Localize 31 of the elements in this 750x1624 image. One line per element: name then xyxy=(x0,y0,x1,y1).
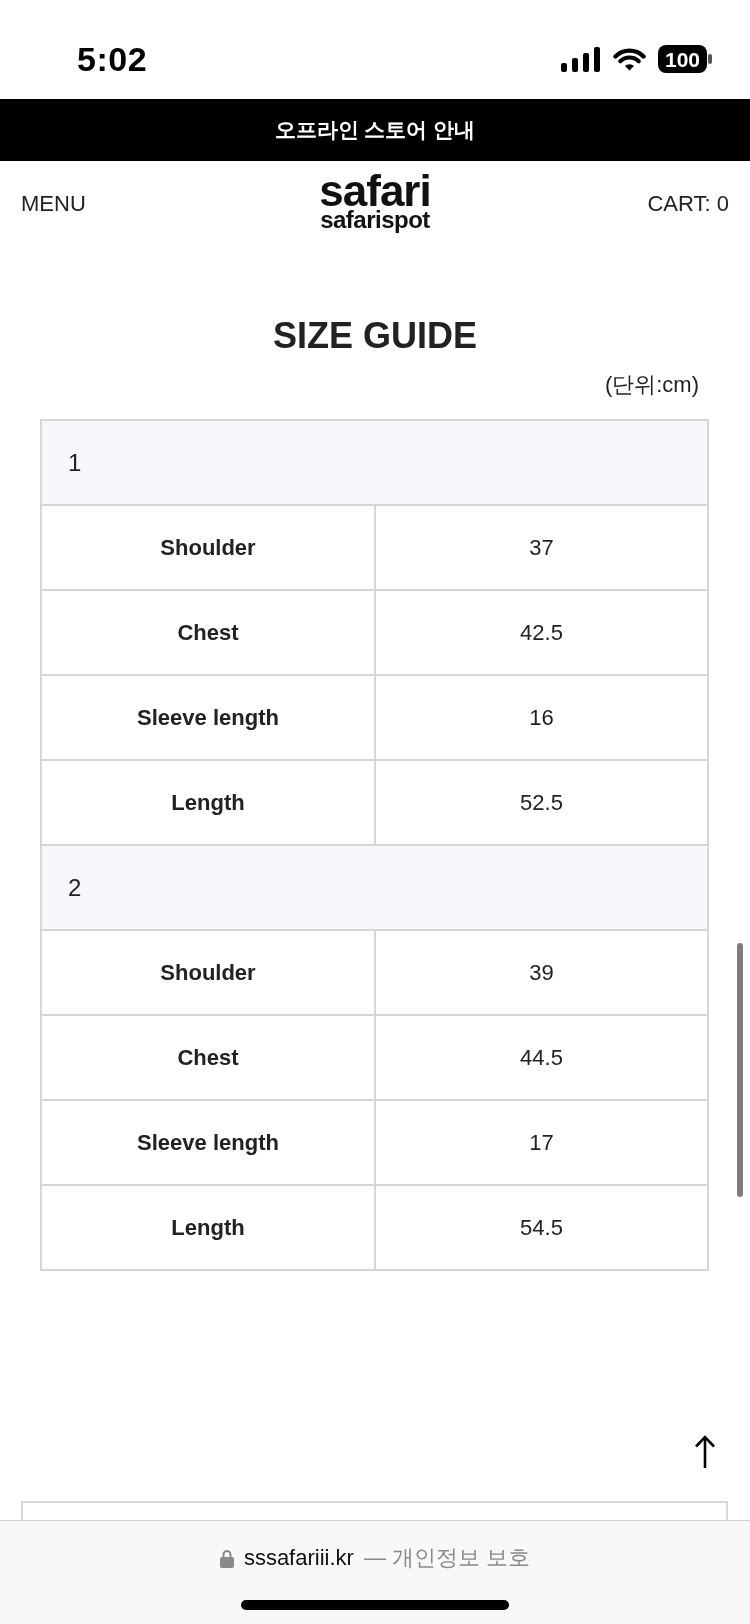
status-time: 5:02 xyxy=(77,39,148,79)
lock-icon xyxy=(219,1548,234,1568)
size-group-header: 2 xyxy=(42,846,709,931)
measurement-label-cell: Sleeve length xyxy=(42,676,376,761)
battery-indicator: 100 xyxy=(658,45,712,73)
measurement-value-cell: 17 xyxy=(376,1101,709,1186)
measurement-label-cell: Chest xyxy=(42,591,376,676)
measurement-value-cell: 54.5 xyxy=(376,1186,709,1271)
logo-wordmark[interactable]: safari xyxy=(319,173,431,209)
wifi-icon xyxy=(613,47,646,71)
measurement-value-cell: 42.5 xyxy=(376,591,709,676)
signal-icon xyxy=(561,46,601,72)
menu-button[interactable]: MENU xyxy=(21,191,86,217)
measurement-label-cell: Chest xyxy=(42,1016,376,1101)
cart-link[interactable]: CART: 0 xyxy=(647,191,729,217)
measurement-label-cell: Shoulder xyxy=(42,506,376,591)
measurement-label-cell: Sleeve length xyxy=(42,1101,376,1186)
logo-subtitle[interactable]: safarispot xyxy=(320,209,430,231)
url-domain[interactable]: sssafariii.kr xyxy=(243,1545,354,1571)
measurement-value-cell: 39 xyxy=(376,931,709,1016)
measurement-label-cell: Length xyxy=(42,1186,376,1271)
arrow-up-icon[interactable] xyxy=(693,1435,717,1469)
measurement-value-cell: 37 xyxy=(376,506,709,591)
page-title: SIZE GUIDE xyxy=(272,314,478,358)
measurement-label-cell: Shoulder xyxy=(42,931,376,1016)
size-group-header: 1 xyxy=(42,421,709,506)
privacy-label: — 개인정보 보호 xyxy=(363,1544,531,1572)
announcement-link[interactable]: 오프라인 스토어 안내 xyxy=(274,116,476,144)
measurement-value-cell: 44.5 xyxy=(376,1016,709,1101)
measurement-value-cell: 16 xyxy=(376,676,709,761)
unit-note: (단위:cm) xyxy=(604,371,699,399)
